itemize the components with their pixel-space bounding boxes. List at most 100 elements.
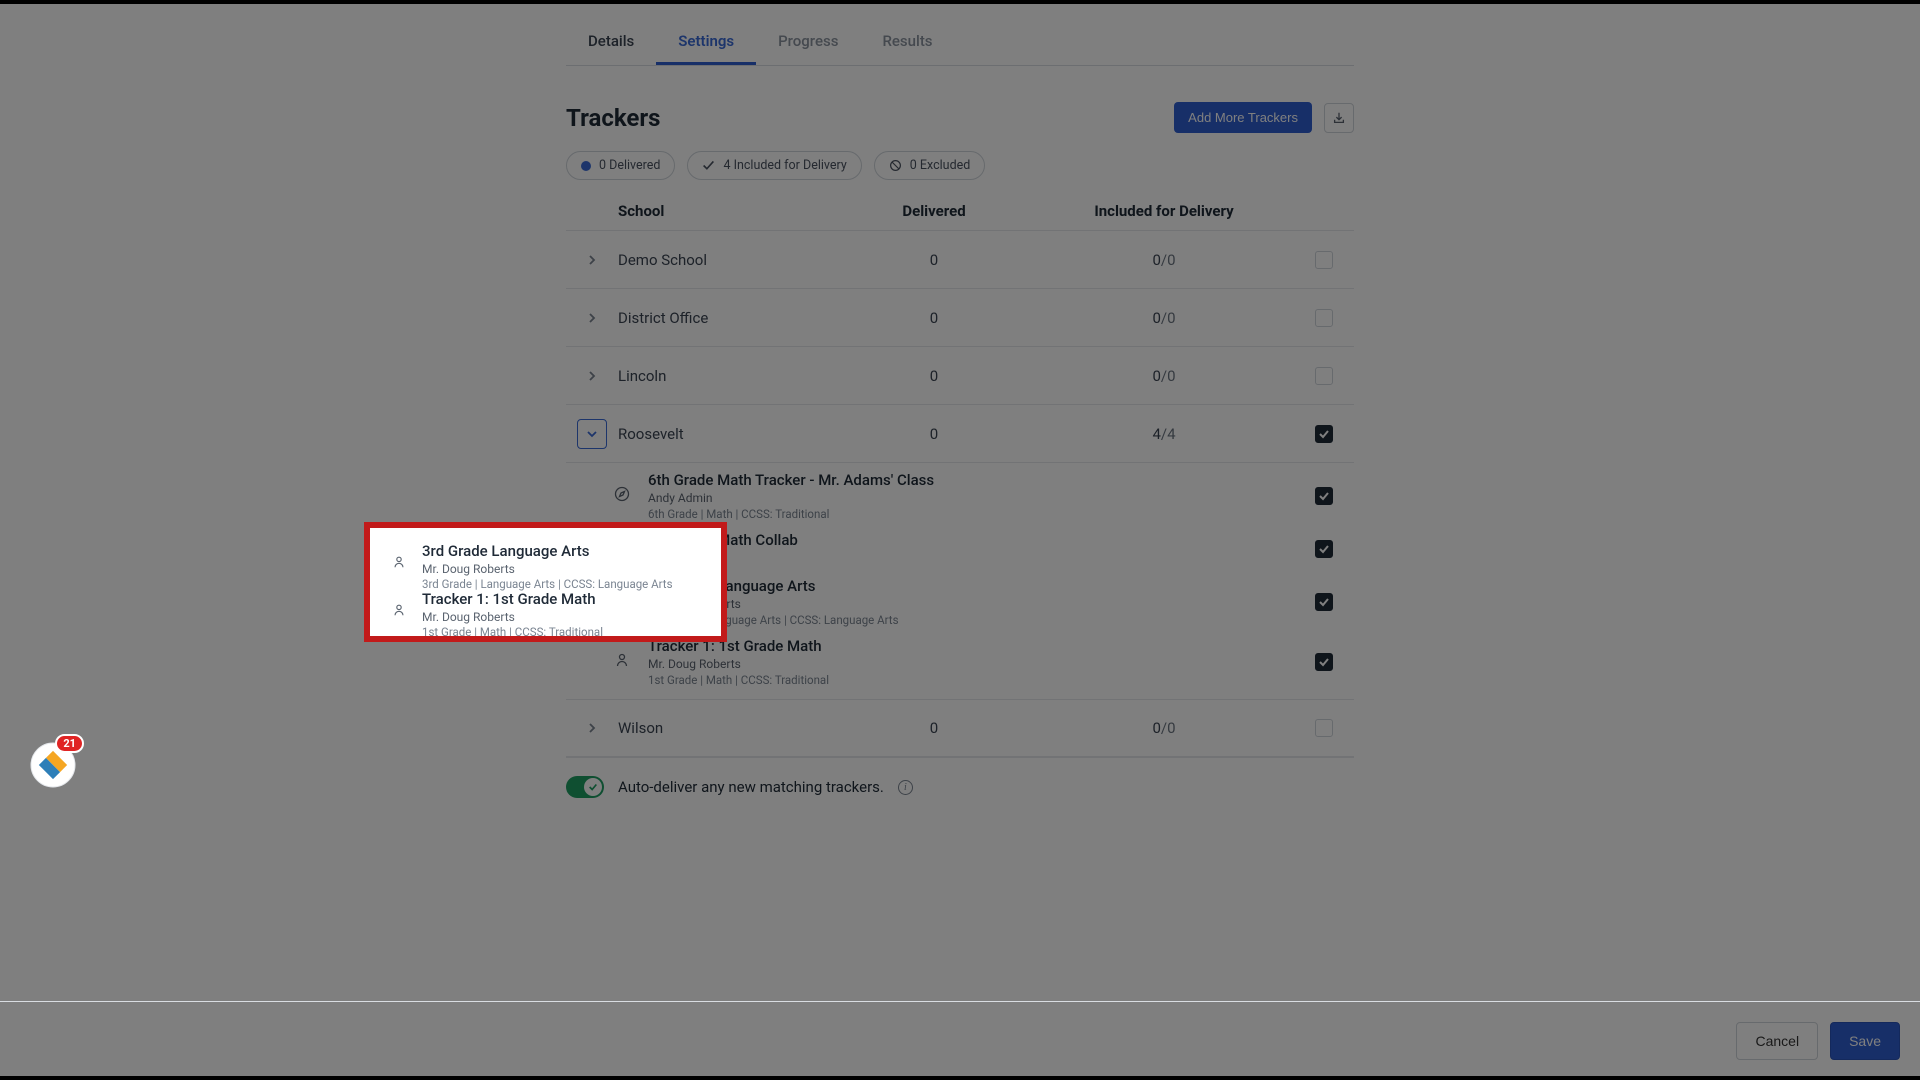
included-count: 4/4 bbox=[1034, 425, 1294, 443]
school-name: Demo School bbox=[618, 251, 834, 269]
expand-toggle[interactable] bbox=[577, 713, 607, 743]
page-root: Details Settings Progress Results Tracke… bbox=[0, 0, 1920, 1080]
tab-bar: Details Settings Progress Results bbox=[566, 18, 1354, 66]
tracker-author: Andy Admin bbox=[648, 491, 1094, 505]
tab-details[interactable]: Details bbox=[566, 18, 656, 65]
pill-included-label: 4 Included for Delivery bbox=[723, 158, 846, 173]
delivered-count: 0 bbox=[834, 367, 1034, 385]
info-icon[interactable]: i bbox=[898, 780, 913, 795]
expand-toggle[interactable] bbox=[577, 303, 607, 333]
included-count: 0/0 bbox=[1034, 309, 1294, 327]
help-launcher[interactable]: 21 bbox=[30, 742, 76, 788]
delivered-count: 0 bbox=[834, 719, 1034, 737]
include-checkbox[interactable] bbox=[1315, 367, 1333, 385]
expand-toggle[interactable] bbox=[577, 361, 607, 391]
tab-results[interactable]: Results bbox=[860, 18, 954, 65]
tracker-checkbox[interactable] bbox=[1315, 653, 1333, 671]
check-icon bbox=[1318, 490, 1330, 502]
expand-toggle[interactable] bbox=[577, 419, 607, 449]
include-checkbox[interactable] bbox=[1315, 719, 1333, 737]
delivered-count: 0 bbox=[834, 251, 1034, 269]
footer-scrim bbox=[0, 1002, 1920, 1080]
auto-deliver-row: Auto-deliver any new matching trackers. … bbox=[566, 757, 1354, 826]
included-count: 0/0 bbox=[1034, 719, 1294, 737]
included-count: 0/0 bbox=[1034, 367, 1294, 385]
check-icon bbox=[1318, 596, 1330, 608]
col-delivered: Delivered bbox=[834, 202, 1034, 220]
letterbox-bottom bbox=[0, 1076, 1920, 1080]
tracker-title: Tracker 1: 1st Grade Math bbox=[648, 637, 1094, 655]
include-checkbox[interactable] bbox=[1315, 251, 1333, 269]
include-checkbox[interactable] bbox=[1315, 425, 1333, 443]
pill-delivered-label: 0 Delivered bbox=[599, 158, 660, 173]
person-icon bbox=[392, 602, 406, 621]
tab-settings[interactable]: Settings bbox=[656, 18, 756, 65]
hl-row-2: Tracker 1: 1st Grade Math Mr. Doug Rober… bbox=[392, 590, 603, 639]
tracker-meta: 1st Grade | Math | CCSS: Traditional bbox=[648, 673, 1094, 687]
tracker-author: Mr. Doug Roberts bbox=[422, 610, 603, 624]
school-row: Roosevelt 0 4/4 bbox=[566, 404, 1354, 462]
tracker-row: Tracker 1: 1st Grade Math Mr. Doug Rober… bbox=[566, 629, 1354, 699]
dot-icon bbox=[581, 161, 591, 171]
auto-deliver-label: Auto-deliver any new matching trackers. bbox=[618, 778, 884, 796]
tracker-info: 6th Grade Math Tracker - Mr. Adams' Clas… bbox=[648, 471, 1094, 521]
highlight-cutout: 3rd Grade Language Arts Mr. Doug Roberts… bbox=[370, 528, 721, 636]
tracker-title: 6th Grade Math Tracker - Mr. Adams' Clas… bbox=[648, 471, 1094, 489]
section-title: Trackers bbox=[566, 104, 660, 132]
school-row: Wilson 0 0/0 bbox=[566, 699, 1354, 757]
auto-deliver-toggle[interactable] bbox=[566, 776, 604, 798]
check-icon bbox=[1318, 656, 1330, 668]
tab-progress[interactable]: Progress bbox=[756, 18, 860, 65]
school-row: Demo School 0 0/0 bbox=[566, 230, 1354, 288]
chevron-right-icon bbox=[586, 312, 598, 324]
chevron-right-icon bbox=[586, 254, 598, 266]
tracker-checkbox[interactable] bbox=[1315, 487, 1333, 505]
school-name: District Office bbox=[618, 309, 834, 327]
school-row: District Office 0 0/0 bbox=[566, 288, 1354, 346]
section-header: Trackers Add More Trackers bbox=[566, 102, 1354, 133]
tracker-row: 6th Grade Math Tracker - Mr. Adams' Clas… bbox=[566, 463, 1354, 523]
col-included: Included for Delivery bbox=[1034, 202, 1294, 220]
tracker-info: Tracker 1: 1st Grade Math Mr. Doug Rober… bbox=[648, 637, 1094, 687]
download-icon bbox=[1332, 111, 1346, 125]
school-name: Lincoln bbox=[618, 367, 834, 385]
included-count: 0/0 bbox=[1034, 251, 1294, 269]
pill-delivered[interactable]: 0 Delivered bbox=[566, 151, 675, 180]
person-icon bbox=[614, 652, 630, 672]
ban-icon bbox=[889, 159, 902, 172]
section-actions: Add More Trackers bbox=[1174, 102, 1354, 133]
school-name: Wilson bbox=[618, 719, 834, 737]
check-icon bbox=[1318, 428, 1330, 440]
tracker-author: Mr. Doug Roberts bbox=[648, 657, 1094, 671]
check-icon bbox=[588, 782, 598, 792]
save-button[interactable]: Save bbox=[1830, 1022, 1900, 1060]
hl-row-1: 3rd Grade Language Arts Mr. Doug Roberts… bbox=[392, 542, 673, 591]
table-header: School Delivered Included for Delivery bbox=[566, 180, 1354, 230]
tracker-meta: 6th Grade | Math | CCSS: Traditional bbox=[648, 507, 1094, 521]
check-icon bbox=[1318, 543, 1330, 555]
delivered-count: 0 bbox=[834, 309, 1034, 327]
tracker-meta: 3rd Grade | Language Arts | CCSS: Langua… bbox=[422, 577, 673, 591]
chevron-right-icon bbox=[586, 370, 598, 382]
tracker-meta: 1st Grade | Math | CCSS: Traditional bbox=[422, 625, 603, 639]
col-school: School bbox=[618, 202, 834, 220]
download-icon-button[interactable] bbox=[1324, 103, 1354, 133]
tracker-checkbox[interactable] bbox=[1315, 593, 1333, 611]
pill-excluded[interactable]: 0 Excluded bbox=[874, 151, 986, 180]
expand-toggle[interactable] bbox=[577, 245, 607, 275]
chevron-right-icon bbox=[586, 722, 598, 734]
filter-pills: 0 Delivered 4 Included for Delivery 0 Ex… bbox=[566, 151, 1354, 180]
tracker-checkbox[interactable] bbox=[1315, 540, 1333, 558]
pill-included[interactable]: 4 Included for Delivery bbox=[687, 151, 861, 180]
add-trackers-button[interactable]: Add More Trackers bbox=[1174, 102, 1312, 133]
pill-excluded-label: 0 Excluded bbox=[910, 158, 971, 173]
footer-bar: Cancel Save bbox=[0, 1001, 1920, 1080]
person-icon bbox=[392, 554, 406, 573]
school-name: Roosevelt bbox=[618, 425, 834, 443]
tracker-title: Tracker 1: 1st Grade Math bbox=[422, 590, 603, 608]
check-icon bbox=[702, 159, 715, 172]
include-checkbox[interactable] bbox=[1315, 309, 1333, 327]
help-badge: 21 bbox=[55, 734, 84, 753]
delivered-count: 0 bbox=[834, 425, 1034, 443]
cancel-button[interactable]: Cancel bbox=[1736, 1022, 1818, 1060]
